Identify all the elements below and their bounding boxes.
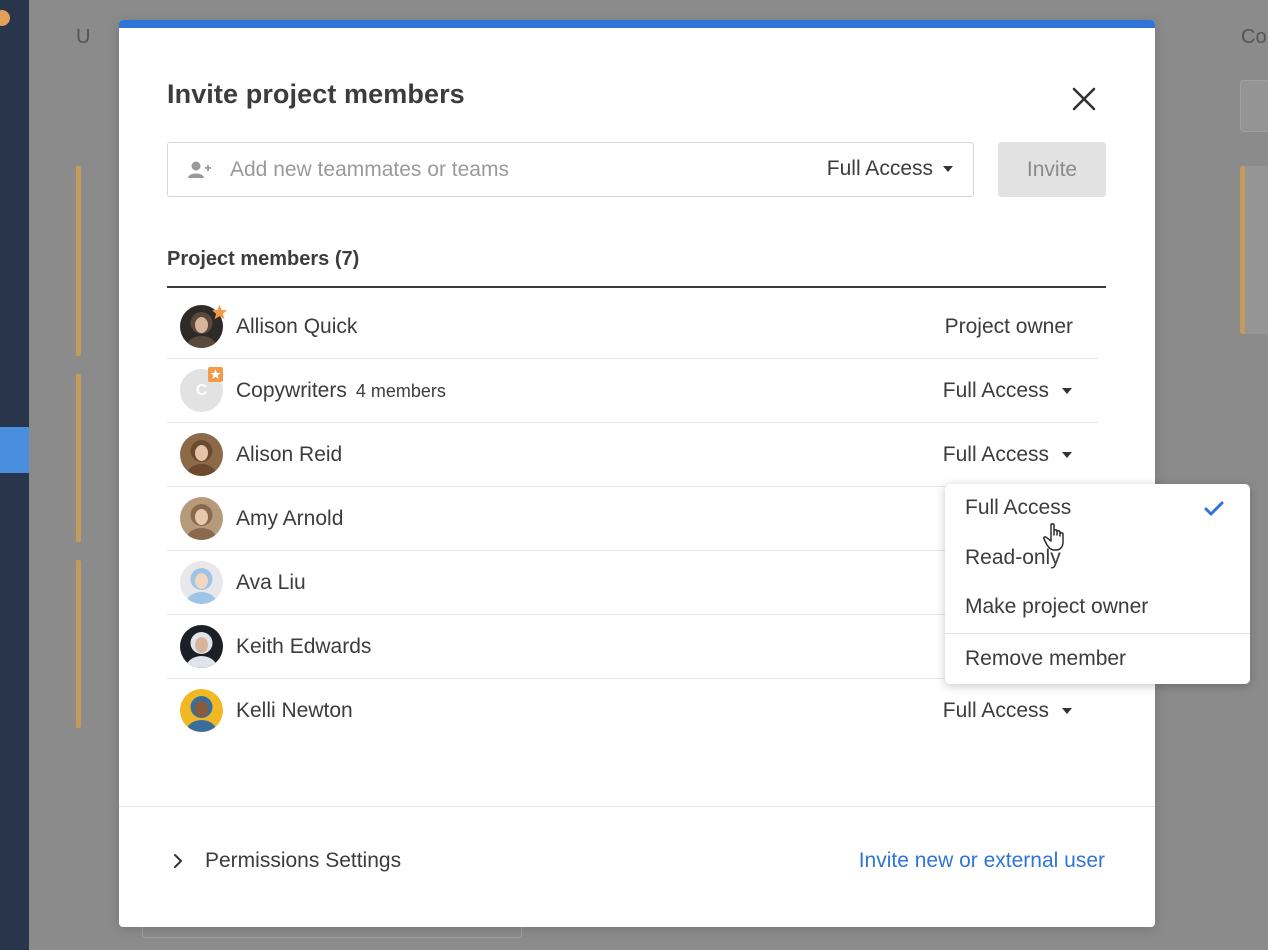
avatar — [180, 689, 223, 732]
caret-down-icon — [1062, 388, 1072, 394]
access-level-select[interactable]: Full Access — [827, 157, 953, 181]
member-access-select[interactable]: Full Access — [943, 379, 1076, 403]
check-icon — [1204, 501, 1224, 516]
dropdown-item-remove-member[interactable]: Remove member — [945, 637, 1250, 681]
close-button[interactable] — [1067, 82, 1101, 116]
add-user-icon — [188, 161, 211, 178]
permissions-settings-label: Permissions Settings — [205, 849, 402, 872]
member-row: C Copywriters 4 members Full Access — [167, 359, 1098, 423]
member-name-label: Ava Liu — [236, 571, 306, 594]
invite-external-user-link[interactable]: Invite new or external user — [859, 849, 1105, 873]
member-name: Allison Quick — [236, 315, 357, 339]
divider — [167, 286, 1106, 288]
member-role-text: Full Access — [942, 699, 1049, 722]
sidebar-active-item[interactable] — [0, 427, 29, 473]
member-row: Alison Reid Full Access — [167, 423, 1098, 487]
dropdown-item-label: Make project owner — [965, 595, 1149, 618]
member-role-label: Project owner — [945, 315, 1073, 339]
profile-photo-icon — [180, 561, 223, 604]
profile-photo-icon — [180, 689, 223, 732]
dropdown-item-make-owner[interactable]: Make project owner — [945, 585, 1250, 629]
board-column-title: Co — [1241, 26, 1267, 48]
member-name-label: Kelli Newton — [236, 699, 353, 722]
member-name-label: Amy Arnold — [236, 507, 344, 530]
invite-search-input[interactable] — [230, 157, 790, 182]
avatar — [180, 561, 223, 604]
caret-down-icon — [1062, 452, 1072, 458]
member-name: Keith Edwards — [236, 635, 371, 659]
members-heading: Project members (7) — [167, 248, 360, 270]
dropdown-item-label: Read-only — [965, 546, 1061, 569]
board-card[interactable] — [76, 374, 81, 542]
invite-field: Full Access — [167, 142, 974, 197]
member-role-text: Full Access — [942, 443, 1049, 466]
member-row: Kelli Newton Full Access — [167, 679, 1098, 743]
member-row: Allison Quick Project owner — [167, 295, 1098, 359]
board-card[interactable] — [1240, 166, 1268, 334]
dropdown-item-label: Full Access — [965, 496, 1072, 519]
board-column-title: U — [76, 26, 91, 48]
member-name-label: Copywriters — [236, 379, 347, 402]
caret-down-icon — [1062, 708, 1072, 714]
avatar — [180, 433, 223, 476]
app-sidebar — [0, 0, 29, 950]
profile-photo-icon — [180, 625, 223, 668]
profile-photo-icon — [180, 497, 223, 540]
access-dropdown-menu: Full Access Read-only Make project owner… — [945, 484, 1250, 684]
divider — [945, 633, 1250, 634]
modal-accent-bar — [119, 20, 1155, 28]
member-name-label: Keith Edwards — [236, 635, 372, 658]
member-name: Amy Arnold — [236, 507, 343, 531]
member-name: Ava Liu — [236, 571, 306, 595]
notification-badge[interactable] — [0, 10, 10, 26]
dropdown-item-label: Remove member — [965, 647, 1127, 670]
member-count: 4 members — [355, 381, 446, 401]
member-role-text: Full Access — [942, 379, 1049, 402]
team-initial: C — [195, 381, 208, 399]
member-access-select[interactable]: Full Access — [943, 699, 1076, 723]
avatar — [180, 625, 223, 668]
modal-title: Invite project members — [167, 79, 465, 109]
dropdown-item-full-access[interactable]: Full Access — [945, 486, 1250, 530]
member-name-label: Allison Quick — [236, 315, 358, 338]
board-column-input[interactable] — [1240, 80, 1268, 132]
invite-button[interactable]: Invite — [998, 142, 1106, 197]
member-name: Copywriters 4 members — [236, 379, 446, 403]
member-name: Kelli Newton — [236, 699, 353, 723]
close-icon — [1072, 87, 1096, 111]
chevron-right-icon — [174, 854, 182, 868]
team-star-badge-icon — [208, 367, 223, 382]
member-name: Alison Reid — [236, 443, 342, 467]
board-card[interactable] — [76, 560, 81, 728]
profile-photo-icon — [180, 433, 223, 476]
caret-down-icon — [943, 166, 953, 172]
divider — [119, 806, 1155, 807]
permissions-settings-toggle[interactable]: Permissions Settings — [171, 849, 401, 873]
invite-members-modal: Invite project members Full Access Invit… — [119, 20, 1155, 927]
board-card[interactable] — [76, 166, 81, 356]
avatar — [180, 497, 223, 540]
member-role-text: Project owner — [944, 315, 1073, 338]
access-level-label: Full Access — [826, 157, 933, 180]
owner-star-icon — [211, 304, 228, 320]
dropdown-item-read-only[interactable]: Read-only — [945, 536, 1250, 580]
member-name-label: Alison Reid — [236, 443, 343, 466]
member-access-select[interactable]: Full Access — [943, 443, 1076, 467]
